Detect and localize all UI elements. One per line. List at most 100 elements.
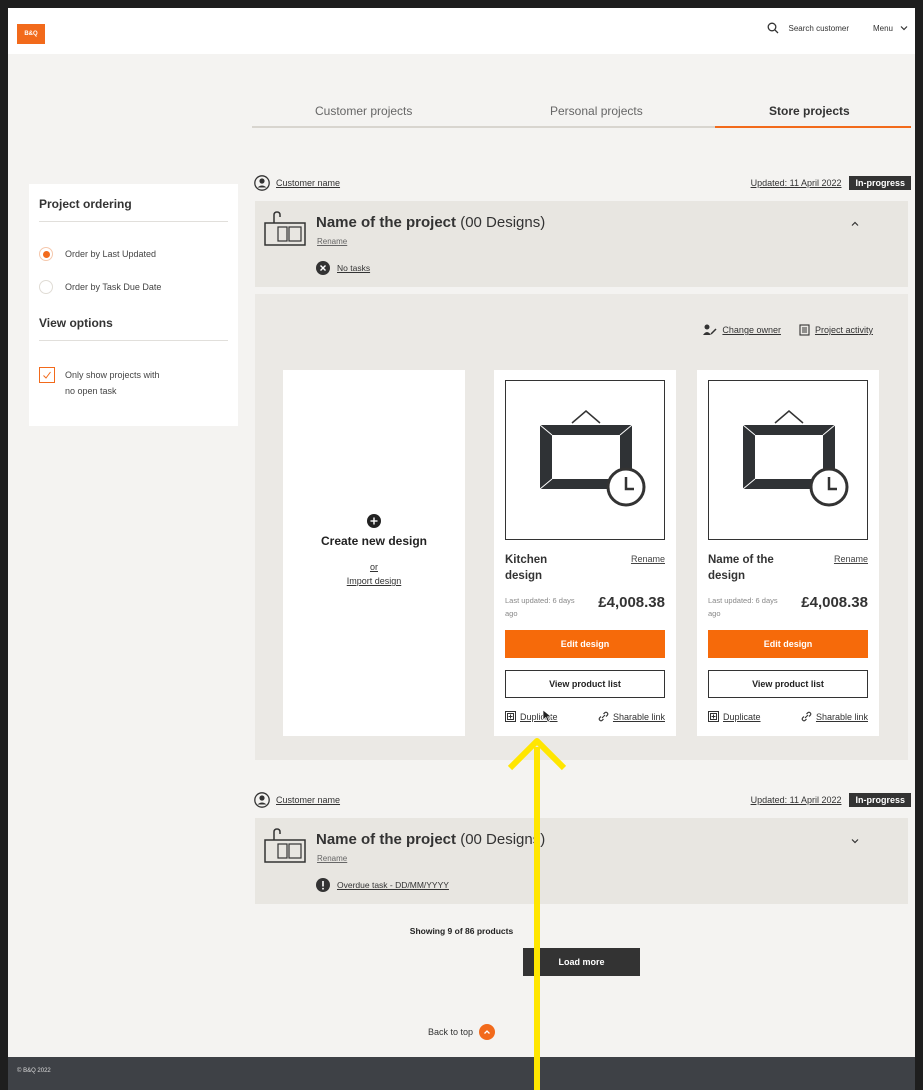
designs-count: (00 Designs) (460, 214, 546, 231)
picture-frame-clock-icon (742, 410, 849, 507)
link-icon (598, 711, 609, 722)
sharable-link[interactable]: Sharable link (613, 712, 665, 722)
duplicate-action[interactable]: Duplicate (708, 711, 761, 722)
filter-sidebar: Project ordering Order by Last Updated O… (29, 184, 238, 426)
radio-unselected[interactable] (39, 280, 53, 294)
change-owner-action[interactable]: Change owner (703, 324, 781, 336)
rename-design-link[interactable]: Rename (834, 554, 868, 564)
plus-circle-icon[interactable] (367, 514, 381, 528)
design-card: Kitchen design Rename Last updated: 6 da… (494, 370, 676, 736)
customer-name-link[interactable]: Customer name (276, 795, 340, 805)
filter-label-line1: Only show projects with (65, 370, 160, 380)
task-status-text[interactable]: No tasks (337, 263, 370, 273)
last-updated-text: Last updated: 6 days ago (505, 596, 575, 618)
change-owner-link[interactable]: Change owner (722, 325, 781, 335)
user-avatar-icon (254, 175, 270, 191)
status-badge: In-progress (849, 793, 911, 807)
tab-customer-projects[interactable]: Customer projects (315, 104, 412, 118)
tab-store-projects[interactable]: Store projects (769, 104, 850, 118)
divider (39, 221, 228, 222)
open-task-filter-label: Only show projects with no open task (65, 367, 160, 399)
document-icon (799, 324, 810, 336)
rename-design-link[interactable]: Rename (631, 554, 665, 564)
design-price: £4,008.38 (801, 594, 868, 611)
picture-frame-clock-icon (539, 410, 646, 507)
order-last-updated-option[interactable]: Order by Last Updated (39, 247, 228, 261)
arrow-up-icon[interactable] (479, 1024, 496, 1040)
edit-design-button[interactable]: Edit design (505, 630, 665, 658)
search-customer-link[interactable]: Search customer (789, 24, 849, 33)
view-product-list-button[interactable]: View product list (505, 670, 665, 698)
open-task-filter[interactable]: Only show projects with no open task (39, 367, 228, 399)
designs-count: (00 Designs) (460, 831, 546, 848)
project-actions: Change owner Project activity (685, 324, 873, 336)
logo-text: B&Q (24, 31, 38, 37)
project-ordering-heading: Project ordering (39, 197, 132, 211)
create-design-title[interactable]: Create new design (283, 534, 465, 548)
design-card: Name of the design Rename Last updated: … (697, 370, 879, 736)
chevron-down-icon[interactable] (899, 23, 909, 33)
project-tabs: Customer projects Personal projects Stor… (252, 102, 911, 128)
design-card-links: Duplicate Sharable link (708, 711, 868, 722)
top-bar: B&Q Search customer Menu (8, 8, 915, 54)
task-status-text[interactable]: Overdue task - DD/MM/YYYY (337, 880, 449, 890)
view-product-list-button[interactable]: View product list (708, 670, 868, 698)
project-title: Name of the project (00 Designs) (316, 831, 545, 848)
design-thumbnail[interactable] (505, 380, 665, 540)
check-icon (43, 371, 51, 379)
change-owner-icon (703, 324, 717, 335)
checkbox-checked[interactable] (39, 367, 55, 383)
project-header[interactable]: Name of the project (00 Designs) Rename … (255, 818, 908, 904)
project-name: Name of the project (316, 831, 457, 848)
customer-name-link[interactable]: Customer name (276, 178, 340, 188)
sharable-link[interactable]: Sharable link (816, 712, 868, 722)
import-design-link[interactable]: Import design (283, 576, 465, 586)
design-thumbnail[interactable] (708, 380, 868, 540)
order-task-due-option[interactable]: Order by Task Due Date (39, 280, 228, 294)
design-name: Name of the design (708, 554, 774, 582)
order-last-updated-label: Order by Last Updated (65, 249, 157, 259)
chevron-down-icon[interactable] (850, 836, 860, 846)
project-meta-row: Customer name Updated: 11 April 2022 In-… (254, 175, 911, 191)
edit-design-button[interactable]: Edit design (708, 630, 868, 658)
duplicate-link[interactable]: Duplicate (723, 712, 761, 722)
design-card-links: Duplicate Sharable link (505, 711, 665, 722)
brand-logo[interactable]: B&Q (17, 24, 45, 44)
link-icon (801, 711, 812, 722)
footer: © B&Q 2022 (8, 1057, 915, 1090)
project-activity-link[interactable]: Project activity (815, 325, 873, 335)
user-avatar-icon (254, 792, 270, 808)
rename-project-link[interactable]: Rename (317, 854, 347, 863)
search-icon[interactable] (767, 22, 779, 34)
menu-button[interactable]: Menu (873, 24, 893, 33)
divider (39, 340, 228, 341)
chevron-up-icon[interactable] (850, 219, 860, 229)
load-more-button[interactable]: Load more (523, 948, 640, 976)
sharable-link-action[interactable]: Sharable link (801, 711, 868, 722)
design-price: £4,008.38 (598, 594, 665, 611)
header-actions: Search customer Menu (767, 22, 915, 34)
back-to-top-label: Back to top (428, 1027, 474, 1037)
mouse-cursor-icon (542, 709, 553, 723)
or-separator: or (369, 562, 378, 572)
task-status: Overdue task - DD/MM/YYYY (316, 878, 449, 892)
project-name: Name of the project (316, 214, 457, 231)
radio-selected[interactable] (39, 247, 53, 261)
sharable-link-action[interactable]: Sharable link (598, 711, 665, 722)
updated-date: Updated: 11 April 2022 (750, 178, 842, 188)
back-to-top-link[interactable]: Back to top (428, 1024, 496, 1040)
project-status-group: Updated: 11 April 2022 In-progress (751, 793, 911, 807)
copyright: © B&Q 2022 (17, 1068, 51, 1074)
filter-label-line2: no open task (65, 386, 117, 396)
project-header[interactable]: Name of the project (00 Designs) Rename … (255, 201, 908, 287)
rename-project-link[interactable]: Rename (317, 237, 347, 246)
active-tab-indicator (715, 126, 911, 128)
close-circle-icon (316, 261, 330, 275)
page-frame: B&Q Search customer Menu Customer projec… (8, 8, 915, 1090)
project-activity-action[interactable]: Project activity (799, 324, 873, 336)
alert-circle-icon (316, 878, 330, 892)
create-design-card[interactable]: Create new design or Import design (283, 370, 465, 736)
tab-personal-projects[interactable]: Personal projects (550, 104, 643, 118)
last-updated-text: Last updated: 6 days ago (708, 596, 778, 618)
status-badge: In-progress (849, 176, 911, 190)
